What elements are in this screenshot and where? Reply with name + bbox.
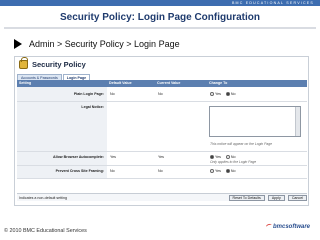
logo-text: bmcsoftware	[272, 224, 310, 230]
radio-label: No	[230, 169, 236, 173]
default-value: No	[110, 92, 115, 96]
radio-label: Yes	[215, 169, 221, 173]
lock-icon	[19, 57, 28, 69]
panel-header: Security Policy	[19, 57, 86, 69]
apply-button[interactable]: Apply	[267, 194, 285, 201]
bmc-logo: bmcsoftware	[265, 223, 310, 230]
radio-icon	[225, 155, 230, 160]
current-value: No	[158, 169, 163, 173]
change-to-options: Yes No Only applies to the Login Page	[207, 152, 307, 165]
default-value	[107, 102, 155, 151]
column-header-default: Default Value	[109, 81, 132, 85]
arrow-bullet-icon	[14, 39, 22, 49]
radio-label: Yes	[215, 92, 221, 96]
default-value: Yes	[110, 155, 116, 159]
page-title: Security Policy: Login Page Configuratio…	[59, 12, 261, 23]
panel-title: Security Policy	[32, 60, 86, 69]
brand-bar: BMC EDUCATIONAL SERVICES	[0, 0, 320, 6]
radio-icon	[210, 169, 214, 174]
radio-option-yes[interactable]: Yes	[210, 155, 221, 160]
legal-notice-hint: This notice will appear on the Login Pag…	[210, 142, 273, 146]
table-row: Legal Notice: This notice will appear on…	[17, 102, 307, 152]
security-policy-screenshot: Security Policy Accounts & Passwords Log…	[14, 56, 309, 206]
current-value: No	[158, 92, 163, 96]
radio-label: No	[230, 92, 236, 96]
radio-selected-icon	[225, 92, 230, 97]
logo-swoosh-icon	[265, 223, 273, 229]
radio-label: Yes	[215, 155, 221, 159]
radio-option-no[interactable]: No	[225, 92, 236, 97]
breadcrumb-text: Admin > Security Policy > Login Page	[29, 39, 180, 49]
radio-option-yes[interactable]: Yes	[210, 169, 221, 174]
reset-defaults-button[interactable]: Reset To Defaults	[228, 194, 265, 201]
legal-notice-textarea[interactable]	[209, 106, 301, 137]
column-header-change: Change To	[209, 81, 228, 85]
column-header-current: Current Value	[157, 81, 181, 85]
column-header-setting: Setting	[19, 81, 32, 85]
radio-option-no[interactable]: No	[225, 169, 236, 174]
table-row: Plain Login Page: No No Yes No	[17, 87, 307, 102]
current-value	[155, 102, 207, 151]
table-row: Allow Browser Autocomplete: Yes Yes Yes …	[17, 152, 307, 166]
table-row: Prevent Cross Site Framing: No No Yes No	[17, 166, 307, 179]
radio-icon	[210, 92, 214, 97]
table-header: Setting Default Value Current Value Chan…	[17, 80, 307, 87]
radio-option-no[interactable]: No	[225, 155, 236, 160]
setting-label: Plain Login Page:	[17, 87, 107, 101]
change-to-options: Yes No	[207, 166, 307, 178]
autocomplete-hint: Only applies to the Login Page	[210, 160, 257, 165]
action-bar: Indicates a non-default setting Reset To…	[17, 193, 307, 201]
copyright-text: © 2010 BMC Educational Services	[4, 228, 87, 234]
radio-label: No	[230, 155, 236, 159]
change-to-options: Yes No	[207, 87, 307, 101]
non-default-note: Indicates a non-default setting	[19, 195, 67, 200]
setting-label: Prevent Cross Site Framing:	[17, 166, 107, 178]
setting-label: Legal Notice:	[17, 102, 107, 151]
brand-label: BMC EDUCATIONAL SERVICES	[231, 1, 314, 5]
default-value: No	[110, 169, 115, 173]
current-value: Yes	[158, 155, 164, 159]
setting-label: Allow Browser Autocomplete:	[17, 152, 107, 165]
breadcrumb: Admin > Security Policy > Login Page	[14, 39, 180, 49]
radio-selected-icon	[210, 155, 214, 160]
cancel-button[interactable]: Cancel	[287, 194, 307, 201]
radio-selected-icon	[225, 169, 230, 174]
title-divider	[4, 27, 316, 29]
radio-option-yes[interactable]: Yes	[210, 92, 221, 97]
settings-table: Setting Default Value Current Value Chan…	[17, 80, 307, 179]
